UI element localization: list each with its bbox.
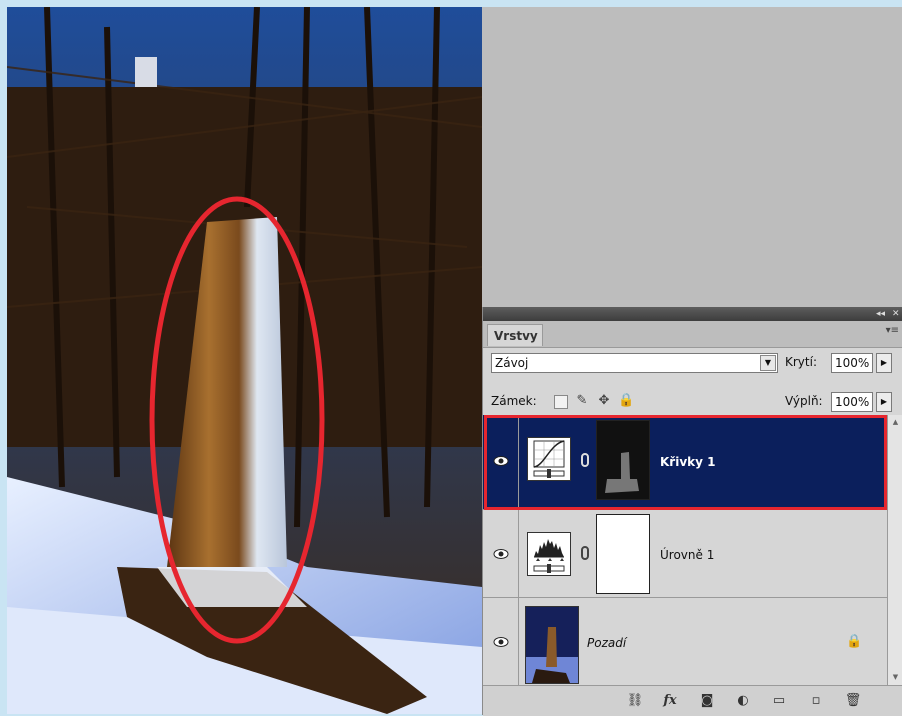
layers-scrollbar[interactable]: ▲ ▼ [887, 415, 902, 685]
lock-label: Zámek: [491, 394, 537, 408]
new-group-icon[interactable]: ▭ [769, 694, 789, 708]
visibility-cell[interactable] [483, 598, 519, 685]
layer-image-thumbnail[interactable] [525, 606, 579, 684]
visibility-cell[interactable] [483, 510, 519, 597]
trash-icon[interactable]: 🗑 [843, 694, 863, 708]
panel-tab-row: Vrstvy ▾≡ [483, 321, 902, 348]
link-icon[interactable] [581, 546, 589, 560]
forest-photo [7, 7, 482, 714]
eye-icon[interactable] [493, 636, 509, 648]
blend-mode-select[interactable]: Závoj ▼ [491, 353, 778, 373]
lock-transparency-icon[interactable] [554, 395, 568, 409]
levels-adjustment-icon[interactable] [527, 532, 571, 576]
fx-icon[interactable]: fx [660, 694, 680, 708]
scroll-up-icon[interactable]: ▲ [890, 417, 901, 428]
blend-mode-value: Závoj [495, 356, 529, 370]
layer-row-levels[interactable]: Úrovně 1 [483, 510, 887, 598]
eye-icon[interactable] [493, 548, 509, 560]
layer-name[interactable]: Úrovně 1 [660, 548, 714, 562]
fill-label: Výplň: [785, 394, 823, 408]
lock-all-icon[interactable]: 🔒 [618, 393, 634, 409]
lock-icon: 🔒 [846, 634, 863, 649]
fill-arrow-icon[interactable]: ▶ [876, 392, 892, 412]
chevron-down-icon[interactable]: ▼ [760, 355, 776, 371]
close-icon[interactable]: ✕ [892, 308, 900, 320]
layers-panel: ◂◂ ✕ Vrstvy ▾≡ Závoj ▼ Krytí: 100% ▶ Zám… [482, 307, 902, 716]
layers-bottom-toolbar: ⛓ fx ◙ ◐ ▭ ▫ 🗑 [483, 685, 902, 716]
layer-row-background[interactable]: Pozadí 🔒 [483, 598, 887, 685]
opacity-label: Krytí: [785, 355, 817, 369]
layer-name[interactable]: Pozadí [587, 636, 626, 650]
new-adjustment-icon[interactable]: ◐ [733, 694, 753, 708]
opacity-input[interactable]: 100% [831, 353, 873, 373]
layer-mask-thumbnail[interactable] [596, 514, 650, 594]
link-layers-icon[interactable]: ⛓ [625, 694, 645, 708]
collapse-icon[interactable]: ◂◂ [876, 308, 885, 320]
panel-menu-icon[interactable]: ▾≡ [886, 325, 899, 336]
panel-titlebar[interactable]: ◂◂ ✕ [483, 307, 902, 321]
fill-input[interactable]: 100% [831, 392, 873, 412]
lock-move-icon[interactable]: ✥ [596, 393, 612, 409]
lock-brush-icon[interactable]: ✎ [574, 393, 590, 409]
opacity-arrow-icon[interactable]: ▶ [876, 353, 892, 373]
add-mask-icon[interactable]: ◙ [697, 694, 717, 708]
photo-canvas [7, 7, 482, 714]
canvas-background [482, 7, 902, 307]
selected-layer-highlight [484, 415, 887, 510]
scroll-down-icon[interactable]: ▼ [890, 672, 901, 683]
new-layer-icon[interactable]: ▫ [806, 694, 826, 708]
tab-layers[interactable]: Vrstvy [487, 324, 543, 346]
